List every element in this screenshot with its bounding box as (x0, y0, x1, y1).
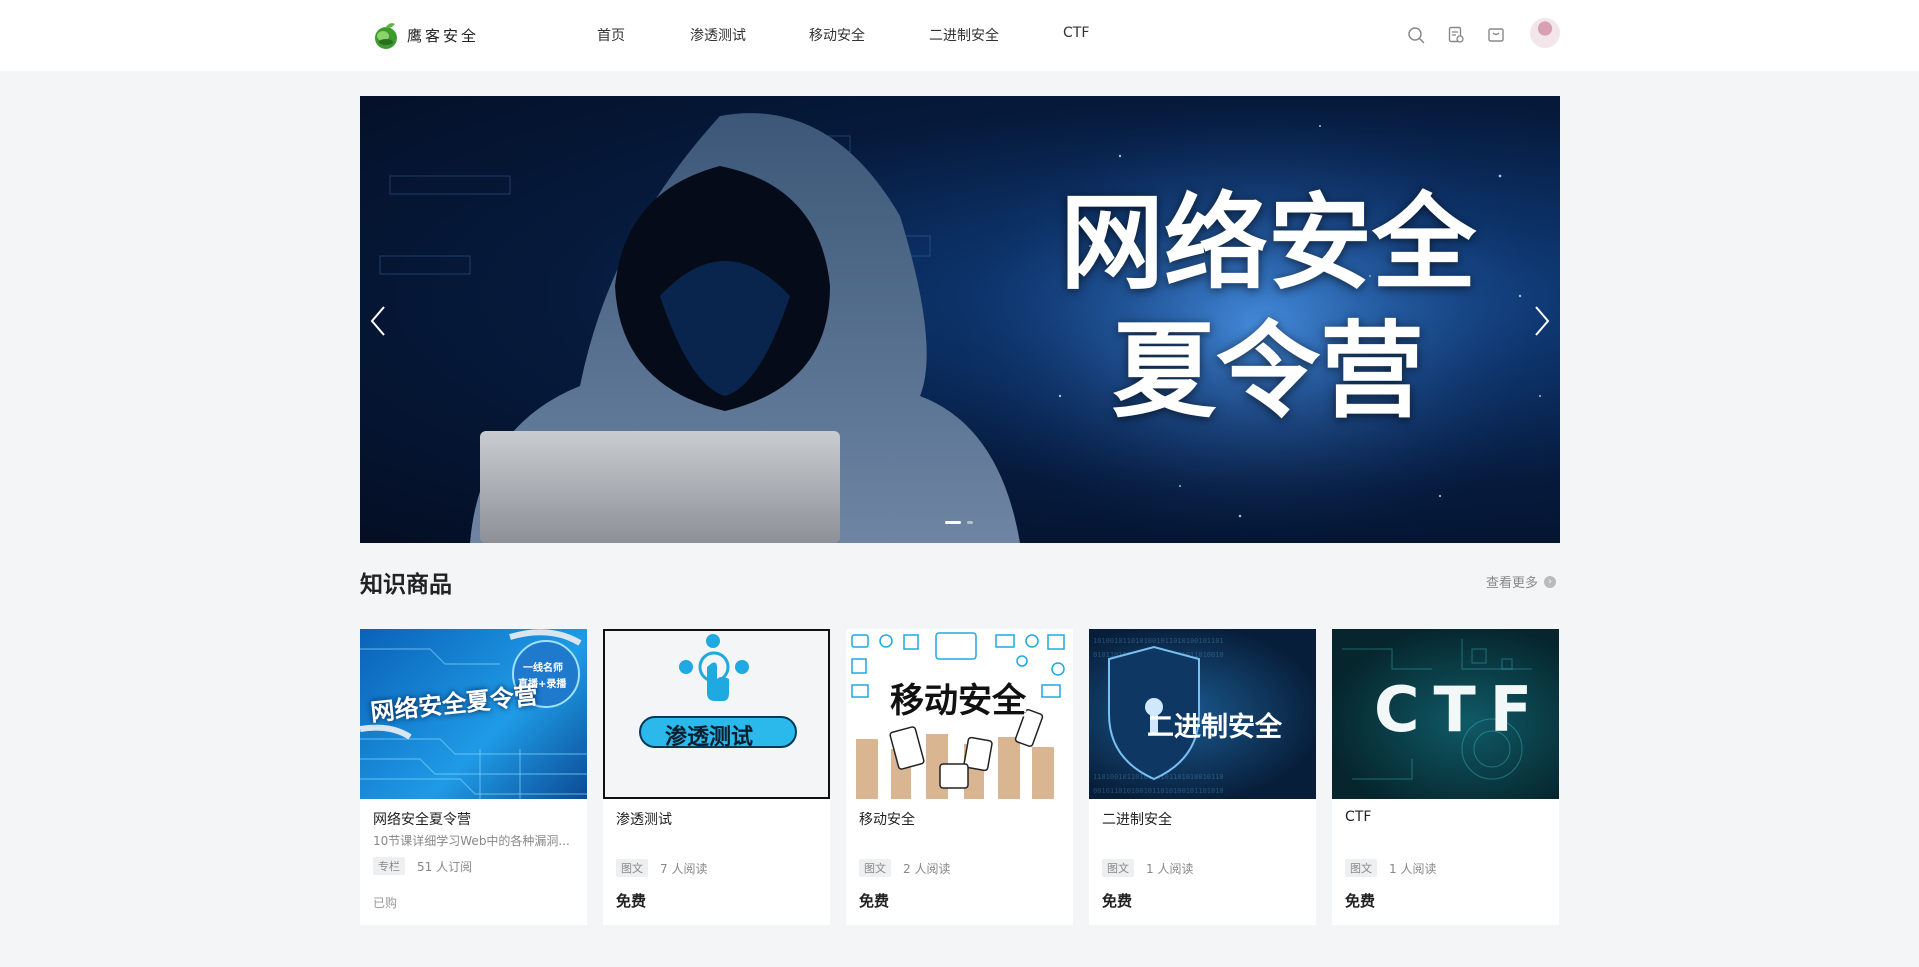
card-title: 移动安全 (859, 812, 915, 828)
card-meta: 图文 1 人阅读 (1102, 859, 1193, 877)
product-card[interactable]: 渗透测试 渗透测试 图文 7 人阅读 免费 (603, 629, 830, 925)
product-thumbnail: 网络安全夏令营 一线名师 直播+录播 (360, 629, 587, 799)
view-more-link[interactable]: 查看更多 › (1486, 572, 1557, 591)
section-title: 知识商品 (360, 572, 452, 598)
product-card[interactable]: CTF CTF 图文 1 人阅读 免费 (1332, 629, 1559, 925)
card-stat: 7 人阅读 (660, 861, 708, 876)
svg-text:001011010100101101010010110101: 0010110101001011010100101101010 (1093, 787, 1224, 795)
product-thumbnail: CTF (1332, 629, 1559, 799)
card-type-tag: 图文 (859, 859, 891, 877)
thumb-title: 二进制安全 (1147, 712, 1282, 743)
nav-home[interactable]: 首页 (597, 25, 625, 45)
product-card[interactable]: 1010010110101001011010100101101 01011010… (1089, 629, 1316, 925)
card-title: CTF (1345, 809, 1372, 825)
product-card[interactable]: 移动安全 移动安全 图文 2 人阅读 免费 (846, 629, 1073, 925)
thumb-title: 移动安全 (890, 681, 1026, 721)
nav-mobile-security[interactable]: 移动安全 (809, 25, 865, 45)
card-title: 网络安全夏令营 (373, 812, 471, 828)
chevron-right-icon: › (1544, 575, 1557, 588)
thumb-title: CTF (1374, 673, 1547, 746)
user-avatar[interactable] (1530, 18, 1560, 48)
logo-icon (375, 23, 397, 49)
card-price: 免费 (859, 892, 890, 910)
hero-title-line2: 夏令营 (1111, 309, 1424, 432)
carousel-next-icon[interactable] (1530, 301, 1554, 341)
thumb-badge-line1: 一线名师 (523, 663, 563, 674)
card-meta: 图文 7 人阅读 (616, 859, 707, 877)
card-title: 二进制安全 (1102, 812, 1172, 828)
view-more-label: 查看更多 (1486, 576, 1539, 591)
carousel-prev-icon[interactable] (366, 301, 390, 341)
orders-icon[interactable] (1446, 25, 1466, 45)
logo-text: 鹰客安全 (407, 26, 480, 45)
carousel-dot-1[interactable] (945, 521, 961, 524)
hero-carousel[interactable]: 网络安全 夏令营 (360, 96, 1560, 543)
carousel-indicators (945, 521, 973, 524)
card-meta: 专栏 51 人订阅 (373, 857, 472, 875)
top-header: 鹰客安全 首页 渗透测试 移动安全 二进制安全 CTF (0, 0, 1919, 71)
purchase-status: 已购 (373, 896, 398, 910)
site-logo[interactable]: 鹰客安全 (373, 18, 479, 52)
svg-text:101001011010100101101010010110: 1010010110101001011010100101101 (1093, 637, 1224, 645)
card-price: 免费 (1102, 892, 1133, 910)
card-type-tag: 图文 (616, 859, 648, 877)
card-stat: 1 人阅读 (1389, 861, 1437, 876)
card-description: 10节课详细学习Web中的各种漏洞... (373, 834, 570, 848)
card-meta: 图文 1 人阅读 (1345, 859, 1436, 877)
product-thumbnail: 1010010110101001011010100101101 01011010… (1089, 629, 1316, 799)
card-type-tag: 图文 (1102, 859, 1134, 877)
product-thumbnail: 渗透测试 (603, 629, 830, 799)
product-card[interactable]: 网络安全夏令营 一线名师 直播+录播 网络安全夏令营 10节课详细学习Web中的… (360, 629, 587, 925)
cart-icon[interactable] (1486, 25, 1506, 45)
card-stat: 2 人阅读 (903, 861, 951, 876)
card-type-tag: 专栏 (373, 857, 405, 875)
nav-pentest[interactable]: 渗透测试 (690, 25, 746, 45)
carousel-dot-2[interactable] (967, 521, 973, 524)
card-stat: 1 人阅读 (1146, 861, 1194, 876)
thumb-badge-line2: 直播+录播 (518, 679, 567, 690)
thumb-title: 渗透测试 (665, 725, 754, 750)
nav-binary-security[interactable]: 二进制安全 (929, 25, 999, 45)
search-icon[interactable] (1406, 25, 1426, 45)
card-price: 免费 (616, 892, 647, 910)
card-title: 渗透测试 (616, 812, 672, 828)
card-price: 免费 (1345, 892, 1376, 910)
card-type-tag: 图文 (1345, 859, 1377, 877)
card-meta: 图文 2 人阅读 (859, 859, 950, 877)
nav-ctf[interactable]: CTF (1063, 25, 1089, 41)
product-thumbnail: 移动安全 (846, 629, 1073, 799)
card-stat: 51 人订阅 (417, 859, 473, 874)
